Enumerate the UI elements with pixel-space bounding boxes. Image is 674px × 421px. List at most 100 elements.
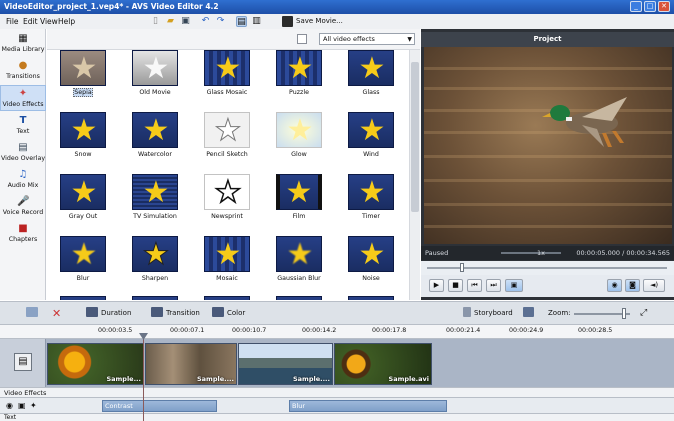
effect-blur[interactable]: ★ Blur bbox=[47, 236, 119, 294]
menu-help[interactable]: Help bbox=[58, 17, 75, 26]
star-icon: ★ bbox=[214, 113, 242, 148]
transition-button[interactable]: Transition bbox=[151, 307, 200, 320]
open-project-icon[interactable]: ▰ bbox=[165, 16, 176, 27]
effect-timer[interactable]: ★ Timer bbox=[335, 174, 407, 232]
effect-snow[interactable]: ★ Snow bbox=[47, 112, 119, 170]
duck-image bbox=[542, 97, 627, 147]
video-track: ▤ Sample... Sample.... Sample.... Sample… bbox=[0, 339, 674, 387]
effects-filter-select[interactable]: All video effects ▼ bbox=[319, 33, 415, 45]
stop-button[interactable]: ■ bbox=[448, 279, 463, 292]
sidebar-item-video-effects[interactable]: ✦ Video Effects bbox=[0, 85, 46, 111]
maximize-button[interactable]: □ bbox=[644, 1, 656, 12]
redo-icon[interactable]: ↷ bbox=[215, 16, 226, 27]
effect-wind[interactable]: ★ Wind bbox=[335, 112, 407, 170]
effect-pencil-sketch[interactable]: ★ Pencil Sketch bbox=[191, 112, 263, 170]
color-button[interactable]: Color bbox=[212, 307, 245, 320]
clip-label: Sample... bbox=[106, 375, 141, 383]
effect-gaussian-blur[interactable]: ★ Gaussian Blur bbox=[263, 236, 335, 294]
effect-glass-mosaic[interactable]: ★ Glass Mosaic bbox=[191, 50, 263, 108]
duration-button[interactable]: Duration bbox=[86, 307, 131, 320]
duration-icon bbox=[86, 307, 98, 317]
delete-icon[interactable]: ✕ bbox=[52, 307, 61, 320]
edit-view-icon[interactable]: ▤ bbox=[236, 16, 247, 27]
seek-bar[interactable] bbox=[421, 261, 674, 275]
sidebar-item-video-overlay[interactable]: ▤ Video Overlay bbox=[0, 140, 46, 166]
fullscreen-button[interactable]: ▣ bbox=[505, 279, 523, 292]
effect-sharpen[interactable]: ★ Sharpen bbox=[119, 236, 191, 294]
timeline-clip[interactable]: Sample.... bbox=[238, 343, 333, 385]
storyboard-button[interactable]: Storyboard bbox=[463, 307, 513, 320]
star-icon: ★ bbox=[70, 51, 98, 86]
next-frame-button[interactable]: ⏭ bbox=[486, 279, 501, 292]
text-track-header: Text bbox=[0, 414, 674, 421]
effect-noise[interactable]: ★ Noise bbox=[335, 236, 407, 294]
effect-thumbnail bbox=[276, 296, 322, 300]
star-icon: ★ bbox=[286, 113, 314, 148]
effect-watercolor[interactable]: ★ Watercolor bbox=[119, 112, 191, 170]
effect-gray-out[interactable]: ★ Gray Out bbox=[47, 174, 119, 232]
snapshot-icon[interactable]: ◉ bbox=[607, 279, 622, 292]
expand-icon[interactable]: ⤢ bbox=[640, 307, 647, 320]
effect-track-icon[interactable]: ✦ bbox=[30, 401, 37, 410]
effect-label: Sepia bbox=[73, 88, 93, 97]
play-button[interactable]: ▶ bbox=[429, 279, 444, 292]
effect-clip-contrast[interactable]: Contrast bbox=[102, 400, 217, 412]
preview-view-icon[interactable]: ▥ bbox=[251, 16, 262, 27]
volume-icon[interactable]: ◄) bbox=[643, 279, 665, 292]
effect-film[interactable]: ★ Film bbox=[263, 174, 335, 232]
effect-puzzle[interactable]: ★ Puzzle bbox=[263, 50, 335, 108]
save-movie-button[interactable]: Save Movie... bbox=[282, 15, 343, 28]
sidebar-item-media-library[interactable]: ▦ Media Library bbox=[0, 31, 46, 57]
effect-partial[interactable] bbox=[263, 296, 335, 300]
sidebar-item-text[interactable]: T Text bbox=[0, 113, 46, 139]
effect-tv-simulation[interactable]: ★ TV Simulation bbox=[119, 174, 191, 232]
lock-icon[interactable]: ▣ bbox=[18, 401, 26, 410]
timeline-playhead[interactable] bbox=[143, 333, 144, 421]
effects-scrollbar[interactable] bbox=[409, 50, 420, 300]
timeline-clip[interactable]: Sample.... bbox=[145, 343, 237, 385]
timeline-clip[interactable]: Sample... bbox=[47, 343, 144, 385]
sidebar-item-transitions[interactable]: ● Transitions bbox=[0, 58, 46, 84]
effect-glow[interactable]: ★ Glow bbox=[263, 112, 335, 170]
zoom-handle[interactable] bbox=[622, 308, 626, 319]
speed-slider[interactable] bbox=[501, 252, 561, 254]
effect-thumbnail: ★ bbox=[276, 50, 322, 86]
eye-icon[interactable]: ◉ bbox=[6, 401, 13, 410]
save-project-icon[interactable]: ▣ bbox=[180, 16, 191, 27]
effect-partial[interactable] bbox=[119, 296, 191, 300]
minimize-button[interactable]: _ bbox=[630, 1, 642, 12]
star-icon: ★ bbox=[358, 113, 386, 148]
zoom-fit-icon[interactable] bbox=[523, 307, 537, 320]
view-mode-icon[interactable] bbox=[297, 34, 307, 44]
effect-label: Gaussian Blur bbox=[277, 275, 321, 282]
sidebar-item-audio-mix[interactable]: ♫ Audio Mix bbox=[0, 167, 46, 193]
scrollbar-thumb[interactable] bbox=[411, 62, 419, 212]
camera-icon[interactable]: ◙ bbox=[625, 279, 640, 292]
effect-mosaic[interactable]: ★ Mosaic bbox=[191, 236, 263, 294]
timeline-ruler[interactable]: 00:00:03.5 00:00:07.1 00:00:10.7 00:00:1… bbox=[0, 325, 674, 339]
media-library-icon: ▦ bbox=[18, 33, 28, 44]
menu-edit[interactable]: Edit bbox=[23, 17, 38, 26]
effect-newsprint[interactable]: ★ Newsprint bbox=[191, 174, 263, 232]
menu-view[interactable]: View bbox=[40, 17, 58, 26]
star-icon: ★ bbox=[358, 175, 386, 210]
seek-handle[interactable] bbox=[459, 263, 464, 272]
menu-file[interactable]: File bbox=[6, 17, 19, 26]
undo-icon[interactable]: ↶ bbox=[200, 16, 211, 27]
timeline-settings-icon[interactable] bbox=[26, 307, 41, 320]
close-button[interactable]: ✕ bbox=[658, 1, 670, 12]
effect-clip-blur[interactable]: Blur bbox=[289, 400, 447, 412]
effect-sepia[interactable]: ★ Sepia bbox=[47, 50, 119, 108]
sidebar-item-voice-record[interactable]: 🎤 Voice Record bbox=[0, 194, 46, 220]
ruler-tick: 00:00:03.5 bbox=[98, 327, 133, 334]
video-effects-track-label: Video Effects bbox=[4, 389, 47, 397]
effect-old-movie[interactable]: ★ Old Movie bbox=[119, 50, 191, 108]
new-project-icon[interactable]: ▯ bbox=[150, 16, 161, 27]
sidebar-item-chapters[interactable]: ■ Chapters bbox=[0, 221, 46, 247]
effect-partial[interactable] bbox=[191, 296, 263, 300]
timeline-clip[interactable]: Sample.avi bbox=[334, 343, 432, 385]
effect-glass[interactable]: ★ Glass bbox=[335, 50, 407, 108]
effect-partial[interactable] bbox=[335, 296, 407, 300]
effect-partial[interactable] bbox=[47, 296, 119, 300]
previous-frame-button[interactable]: ⏮ bbox=[467, 279, 482, 292]
